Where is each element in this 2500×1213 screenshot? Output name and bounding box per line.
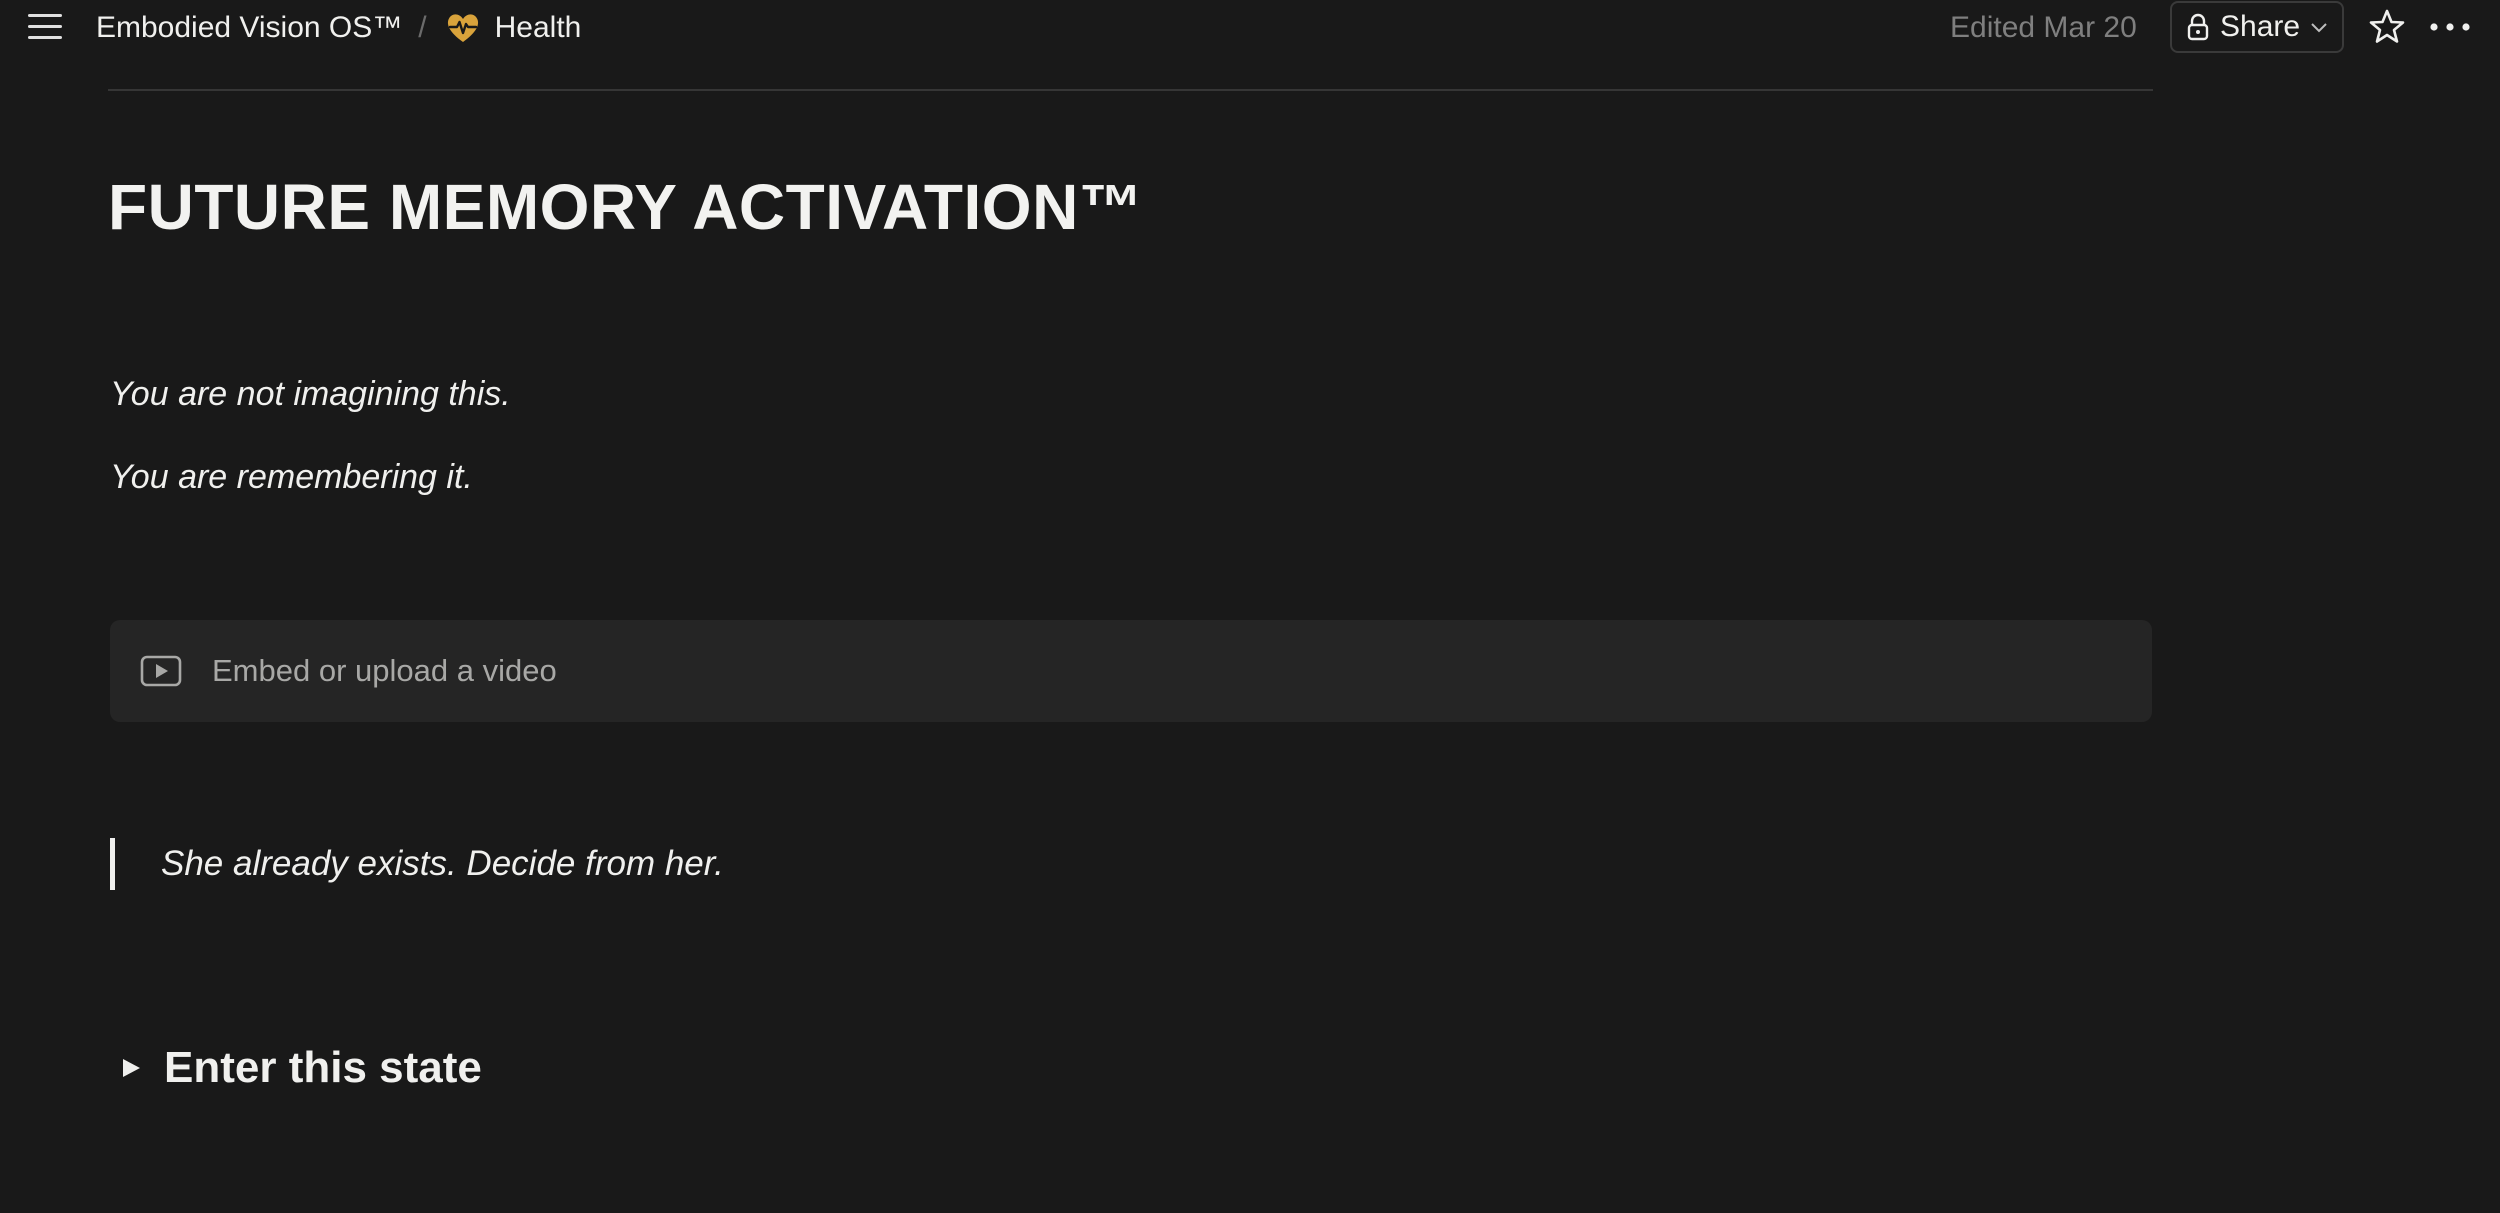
- breadcrumb-current[interactable]: Health: [445, 10, 582, 46]
- header-divider: [108, 89, 2153, 91]
- quote-block[interactable]: She already exists. Decide from her.: [110, 838, 724, 890]
- star-icon[interactable]: [2368, 8, 2406, 46]
- share-button[interactable]: Share: [2170, 1, 2344, 53]
- share-label: Share: [2220, 10, 2301, 43]
- toggle-heading-label: Enter this state: [164, 1043, 482, 1092]
- video-placeholder-label: Embed or upload a video: [212, 653, 557, 688]
- page-title[interactable]: FUTURE MEMORY ACTIVATION™: [108, 170, 1143, 244]
- breadcrumb-current-label: Health: [494, 11, 582, 44]
- video-icon: [140, 655, 182, 687]
- last-edited-label: Edited Mar 20: [1950, 11, 2137, 44]
- top-bar: Embodied Vision OS™ / Health Edited Mar …: [0, 0, 2500, 56]
- text-block[interactable]: You are not imagining this.: [110, 375, 511, 414]
- toggle-triangle-icon[interactable]: [120, 1057, 142, 1079]
- text-block[interactable]: You are remembering it.: [110, 458, 473, 497]
- breadcrumb-parent[interactable]: Embodied Vision OS™: [96, 11, 402, 45]
- quote-text: She already exists. Decide from her.: [161, 844, 724, 883]
- lock-icon: [2187, 13, 2209, 41]
- more-horizontal-icon[interactable]: [2428, 12, 2472, 42]
- hamburger-menu-icon[interactable]: [28, 14, 64, 42]
- breadcrumb: Embodied Vision OS™ / Health: [96, 0, 581, 56]
- chevron-down-icon: [2311, 23, 2327, 33]
- video-embed-placeholder[interactable]: Embed or upload a video: [110, 620, 2152, 722]
- toggle-heading[interactable]: Enter this state: [120, 1040, 482, 1096]
- heart-pulse-icon: [447, 14, 478, 42]
- breadcrumb-separator: /: [418, 11, 427, 44]
